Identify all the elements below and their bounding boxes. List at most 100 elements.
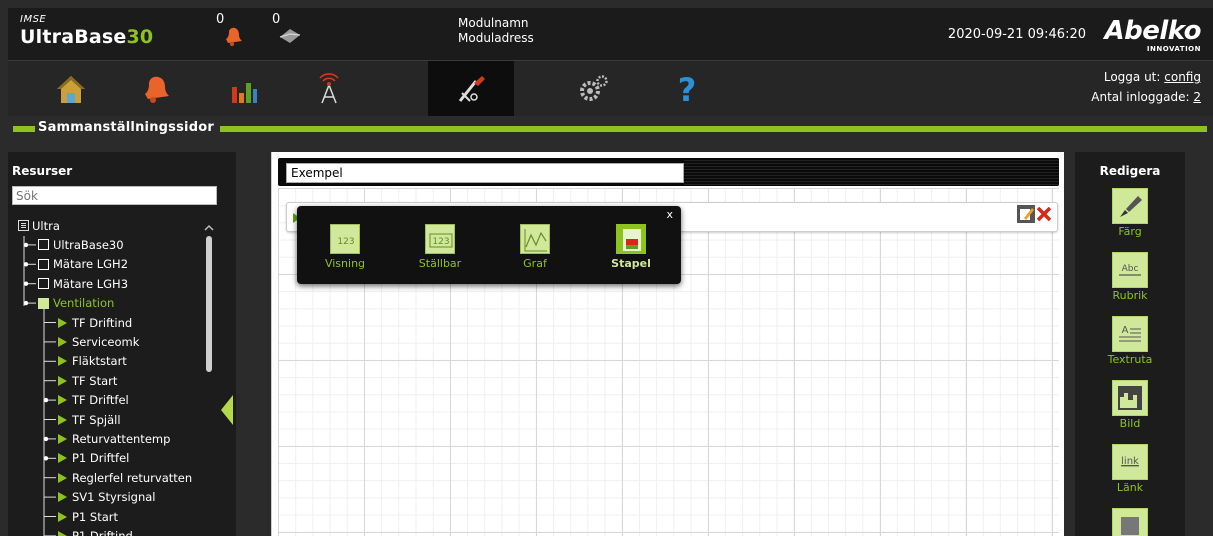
gears-icon xyxy=(580,75,608,101)
heading-icon: Abc xyxy=(1112,252,1148,288)
edit-panel-title: Redigera xyxy=(1099,164,1161,178)
home-icon xyxy=(57,76,85,103)
tool-rubrik[interactable]: Abc Rubrik xyxy=(1075,252,1185,302)
tree-item[interactable]: P1 Driftfel xyxy=(58,449,129,468)
nav-communication[interactable] xyxy=(286,61,372,117)
tool-label: Textruta xyxy=(1107,353,1153,366)
logout-link[interactable]: config xyxy=(1164,70,1201,84)
scroll-up-icon[interactable] xyxy=(204,224,214,232)
tree-checkbox[interactable] xyxy=(38,297,49,309)
app-page: IMSE UltraBase30 0 0 Modulnamn Moduladre… xyxy=(0,0,1213,536)
abelko-logo: Abelko INNOVATION xyxy=(1101,18,1201,56)
tree-item[interactable]: TF Driftind xyxy=(58,313,132,332)
page-name-input[interactable]: Exempel xyxy=(286,163,684,183)
alarm-bell-icon xyxy=(145,76,169,103)
svg-text:123: 123 xyxy=(432,237,449,247)
scroll-thumb[interactable] xyxy=(206,236,212,372)
widget-edit-icon[interactable] xyxy=(1017,205,1035,223)
popup-item-stallbar[interactable]: 123 Ställbar xyxy=(400,224,480,270)
nav-tools[interactable] xyxy=(428,61,514,117)
tree-item-label: SV1 Styrsignal xyxy=(72,490,156,505)
tree-item-label: P1 Start xyxy=(72,509,118,524)
tree-checkbox[interactable] xyxy=(38,258,49,270)
logged-in-label: Antal inloggade: xyxy=(1091,90,1190,104)
tool-label: Färg xyxy=(1118,225,1142,238)
signal-play-icon xyxy=(58,453,67,464)
strip-bar-right xyxy=(220,126,1207,132)
signal-play-icon xyxy=(58,511,67,522)
section-strip: Sammanställningssidor xyxy=(8,116,1213,144)
tree-item-label: UltraBase30 xyxy=(53,237,124,252)
popup-item-label: Stapel xyxy=(611,257,651,270)
tree-item[interactable]: Serviceomk xyxy=(58,332,139,351)
tool-farg[interactable]: Färg xyxy=(1075,188,1185,238)
tree-item-label: Ventilation xyxy=(53,296,115,311)
popup-close-button[interactable]: x xyxy=(666,208,673,221)
tree-checkbox[interactable] xyxy=(38,239,49,251)
resources-search-input[interactable] xyxy=(12,186,217,205)
logged-in-count-link[interactable]: 2 xyxy=(1193,90,1201,104)
alarm-header-icon[interactable] xyxy=(222,25,246,47)
nav-help[interactable]: ? xyxy=(644,61,730,117)
tool-label: Rubrik xyxy=(1112,289,1148,302)
tree-item-label: Returvattentemp xyxy=(72,431,171,446)
tree-item[interactable]: TF Driftfel xyxy=(58,391,129,410)
module-name: Modulnamn xyxy=(458,16,529,30)
tree-item[interactable]: TF Start xyxy=(58,371,117,390)
brand-number: 30 xyxy=(126,26,154,48)
brand-title: UltraBase30 xyxy=(20,26,153,48)
tree-item[interactable]: SV1 Styrsignal xyxy=(58,488,156,507)
popup-item-label: Visning xyxy=(324,257,366,270)
tree-checkbox[interactable] xyxy=(38,278,49,290)
nav-home[interactable] xyxy=(28,61,114,117)
top-header: IMSE UltraBase30 0 0 Modulnamn Moduladre… xyxy=(8,8,1213,60)
nav-settings[interactable] xyxy=(550,61,636,117)
nav-charts[interactable] xyxy=(200,61,286,117)
collapse-icon[interactable] xyxy=(18,220,29,231)
tree-item[interactable]: P1 Driftind xyxy=(58,526,133,536)
strip-bar-left xyxy=(13,126,35,132)
signal-play-icon xyxy=(58,492,67,503)
tree-item-label: P1 Driftfel xyxy=(72,451,130,466)
tree-item-label: P1 Driftind xyxy=(72,528,133,536)
tree-item[interactable]: Returvattentemp xyxy=(58,429,170,448)
signal-play-icon xyxy=(58,317,67,328)
message-header-icon[interactable] xyxy=(278,25,302,47)
brush-icon xyxy=(1112,188,1148,224)
svg-text:Abc: Abc xyxy=(1122,264,1139,274)
popup-item-visning[interactable]: 123 Visning xyxy=(305,224,385,270)
tool-bild[interactable]: Bild xyxy=(1075,380,1185,430)
tree-scrollbar[interactable] xyxy=(204,224,214,536)
widget-delete-icon[interactable] xyxy=(1035,205,1053,223)
tool-lank[interactable]: link Länk xyxy=(1075,444,1185,494)
svg-text:link: link xyxy=(1121,456,1139,467)
popup-item-graf[interactable]: Graf xyxy=(495,224,575,270)
tree-item[interactable]: Mätare LGH2 xyxy=(38,255,128,274)
tree-item-label: Mätare LGH3 xyxy=(53,276,129,291)
svg-text:A: A xyxy=(1122,325,1129,336)
tool-textruta[interactable]: A Textruta xyxy=(1075,316,1185,366)
module-address: Moduladress xyxy=(458,31,534,45)
tree-item[interactable]: Ultra xyxy=(18,216,60,235)
tree-item[interactable]: Reglerfel returvatten xyxy=(58,468,192,487)
tool-box[interactable] xyxy=(1075,508,1185,536)
popup-item-stapel[interactable]: Stapel xyxy=(591,224,671,270)
tree-item[interactable]: TF Spjäll xyxy=(58,410,121,429)
graph-icon xyxy=(520,224,550,254)
tree-item[interactable]: P1 Start xyxy=(58,507,118,526)
collapse-panel-arrow-icon[interactable] xyxy=(221,395,233,425)
tree-item-label: TF Driftfel xyxy=(72,393,129,408)
adjustable-icon: 123 xyxy=(425,224,455,254)
tree-item[interactable]: Fläktstart xyxy=(58,352,127,371)
tools-icon xyxy=(458,76,485,102)
logo-subtitle: INNOVATION xyxy=(1146,45,1201,53)
tree-item-label: TF Driftind xyxy=(72,315,133,330)
tool-label: Länk xyxy=(1116,481,1144,494)
tree-item[interactable]: Mätare LGH3 xyxy=(38,274,128,293)
tree-item[interactable]: UltraBase30 xyxy=(38,235,124,254)
tree-item-label: Ultra xyxy=(32,218,60,233)
chart-icon xyxy=(232,83,257,103)
section-title: Sammanställningssidor xyxy=(38,120,214,135)
tree-item[interactable]: Ventilation xyxy=(38,294,114,313)
nav-alarms[interactable] xyxy=(114,61,200,117)
